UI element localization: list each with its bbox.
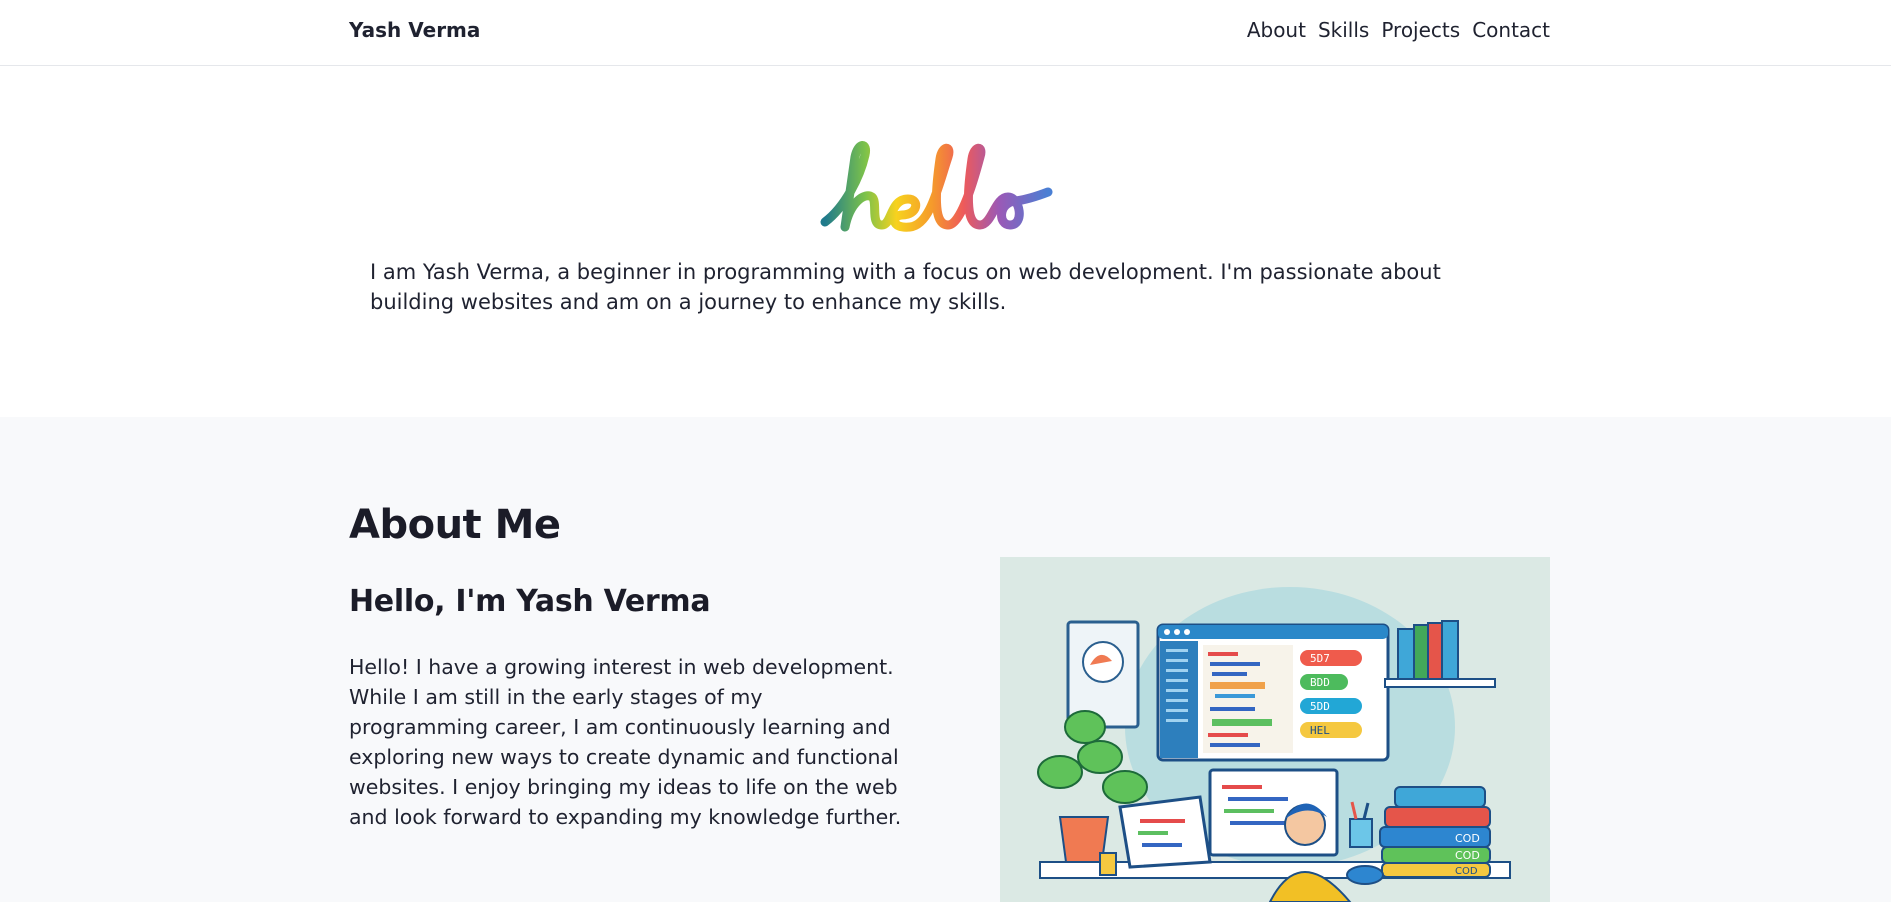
hero-intro-text: I am Yash Verma, a beginner in programmi… — [370, 260, 1441, 314]
nav-link-contact[interactable]: Contact — [1472, 18, 1550, 42]
book-label-3: COD — [1455, 866, 1478, 877]
about-section: About Me Hello, I'm Yash Verma Hello! I … — [0, 417, 1891, 902]
about-title: About Me — [349, 502, 561, 548]
screen-tag-1: 5D7 — [1310, 652, 1330, 665]
brand-name[interactable]: Yash Verma — [349, 18, 480, 42]
screen-tag-2: BDD — [1310, 676, 1330, 689]
book-label-1: COD — [1455, 832, 1480, 845]
nav-link-about[interactable]: About — [1247, 18, 1306, 42]
about-body: Hello! I have a growing interest in web … — [349, 655, 902, 829]
hero-section: I am Yash Verma, a beginner in programmi… — [0, 67, 1891, 417]
nav-link-skills[interactable]: Skills — [1318, 18, 1369, 42]
developer-illustration: 5D7 BDD 5DD HEL COD COD COD — [1000, 557, 1550, 902]
screen-tag-3: 5DD — [1310, 700, 1330, 713]
book-label-2: COD — [1455, 849, 1480, 862]
nav-link-projects[interactable]: Projects — [1381, 18, 1460, 42]
screen-tag-4: HEL — [1310, 724, 1330, 737]
top-navbar: Yash Verma About Skills Projects Contact — [0, 0, 1891, 66]
nav-links: About Skills Projects Contact — [1247, 18, 1550, 42]
about-subtitle: Hello, I'm Yash Verma — [349, 584, 711, 619]
hello-logo — [820, 137, 1080, 247]
